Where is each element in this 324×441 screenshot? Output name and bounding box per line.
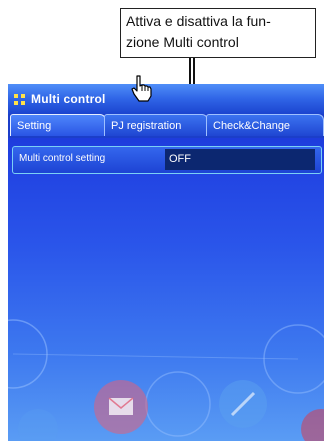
setting-value-field[interactable]: OFF bbox=[165, 149, 315, 170]
app-grid-icon bbox=[14, 94, 25, 105]
annotation-callout: Attiva e disattiva la fun- zione Multi c… bbox=[120, 8, 316, 58]
callout-line-1: Attiva e disattiva la fun- bbox=[126, 13, 271, 29]
tab-pj-registration[interactable]: PJ registration bbox=[104, 114, 208, 136]
background-decoration bbox=[8, 319, 324, 441]
multi-control-window: Multi control Setting PJ registration Ch… bbox=[8, 84, 324, 441]
setting-label: Multi control setting bbox=[19, 153, 106, 164]
window-title: Multi control bbox=[31, 92, 106, 106]
tab-strip: Setting PJ registration Check&Change bbox=[8, 114, 324, 138]
title-bar: Multi control bbox=[8, 84, 324, 115]
callout-line-2: zione Multi control bbox=[126, 34, 239, 50]
tab-setting[interactable]: Setting bbox=[10, 114, 106, 136]
tab-check-change[interactable]: Check&Change bbox=[206, 114, 324, 136]
multi-control-setting-row[interactable]: Multi control setting OFF bbox=[12, 146, 322, 174]
hand-pointer-icon bbox=[131, 75, 152, 102]
